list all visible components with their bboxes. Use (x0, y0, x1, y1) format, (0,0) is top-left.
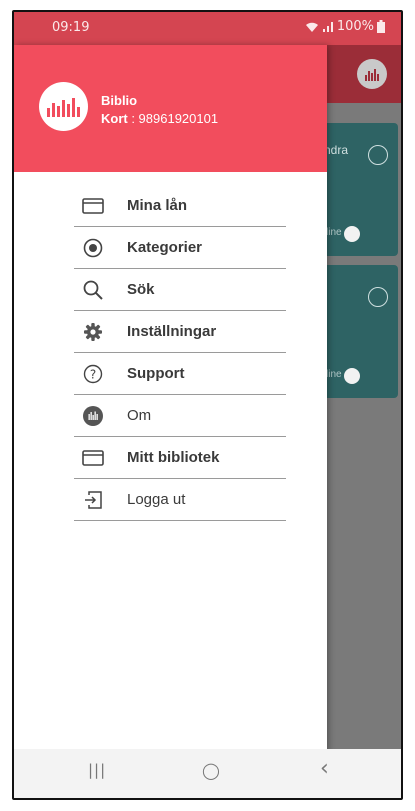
app-logo-icon[interactable] (357, 59, 387, 89)
wifi-icon (305, 22, 318, 32)
background-card-text: ndra (324, 143, 349, 157)
menu-item-label: Mina lån (127, 197, 188, 214)
menu-item-label: Support (127, 365, 185, 382)
menu-item-label: Logga ut (127, 491, 186, 508)
menu-item-kategorier[interactable]: Kategorier (74, 227, 286, 269)
battery-percent: 100% (336, 19, 374, 34)
signal-icon (322, 21, 333, 32)
info-logo-icon (82, 405, 104, 427)
card-number-value: : 98961920101 (127, 111, 219, 126)
back-button[interactable]: ‹ (320, 756, 329, 781)
offline-label: line (326, 369, 342, 380)
menu-item-mina-lan[interactable]: Mina lån (74, 185, 286, 227)
card-label: Kort (101, 111, 128, 126)
card-icon (82, 195, 104, 217)
menu-item-logga-ut[interactable]: Logga ut (74, 479, 286, 521)
menu-item-installningar[interactable]: Inställningar (74, 311, 286, 353)
svg-text:?: ? (90, 367, 96, 381)
offline-toggle[interactable] (344, 226, 360, 242)
status-bar: 09:19 100% (14, 12, 401, 45)
offline-toggle[interactable] (344, 368, 360, 384)
search-icon (82, 279, 104, 301)
card-icon (82, 447, 104, 469)
menu-item-label: Kategorier (127, 239, 203, 256)
menu-item-label: Sök (127, 281, 155, 298)
menu-item-label: Om (127, 407, 152, 424)
system-nav-bar: ||| ◯ ‹ (14, 749, 401, 798)
battery-icon (377, 20, 385, 33)
home-button[interactable]: ◯ (202, 761, 220, 780)
card-number: Kort : 98961920101 (101, 111, 218, 126)
menu-item-sok[interactable]: Sök (74, 269, 286, 311)
navigation-drawer: Biblio Kort : 98961920101 Mina lån Kateg… (14, 45, 327, 753)
status-time: 09:19 (52, 20, 90, 35)
phone-screen: 09:19 100% ndra line line Biblio Kort: … (12, 10, 403, 800)
drawer-header: Biblio Kort : 98961920101 (14, 45, 327, 172)
offline-label: line (326, 227, 342, 238)
help-icon: ? (82, 363, 104, 385)
menu-item-mitt-bibliotek[interactable]: Mitt bibliotek (74, 437, 286, 479)
menu-item-label: Inställningar (127, 323, 217, 340)
menu-item-support[interactable]: ? Support (74, 353, 286, 395)
status-right: 100% (305, 19, 385, 34)
drawer-menu: Mina lån Kategorier Sök Inställningar ? … (74, 185, 286, 521)
headphones-icon (368, 287, 388, 307)
logout-icon (82, 489, 104, 511)
headphones-icon (368, 145, 388, 165)
menu-item-label: Mitt bibliotek (127, 449, 220, 466)
library-name: Biblio (101, 93, 138, 108)
menu-item-om[interactable]: Om (74, 395, 286, 437)
recents-button[interactable]: ||| (88, 761, 106, 779)
library-logo-icon (39, 82, 88, 131)
gear-icon (82, 321, 104, 343)
target-icon (82, 237, 104, 259)
